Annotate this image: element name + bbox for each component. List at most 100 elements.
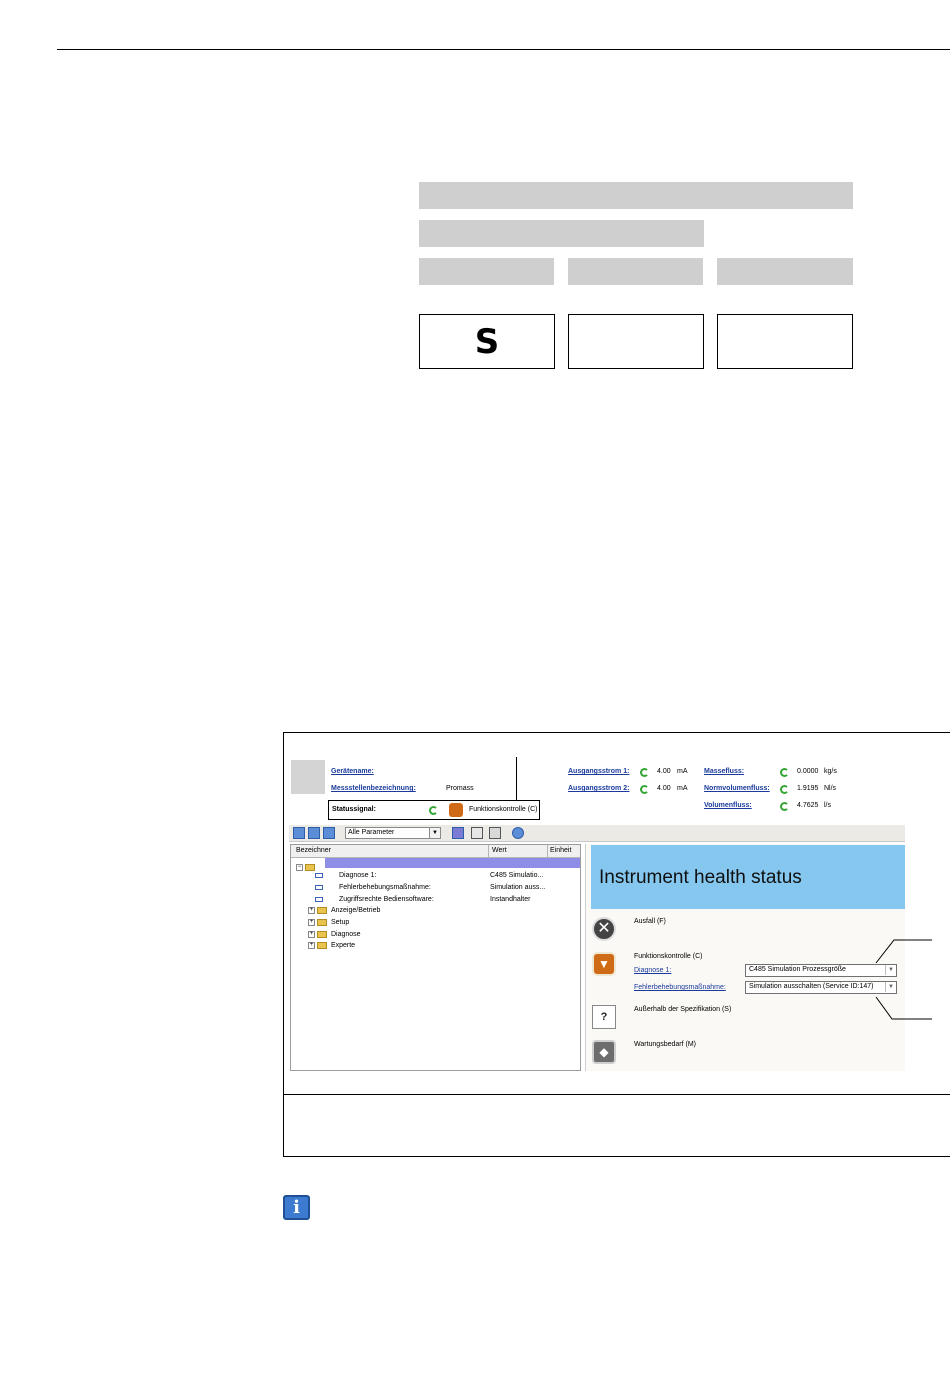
folder-icon	[317, 907, 327, 914]
parameter-tree: Bezeichner Wert Einheit − Diagnose 1: C4…	[290, 844, 581, 1071]
code-cell-1: S	[419, 314, 555, 369]
callout-line-lower	[875, 996, 932, 1020]
col-header-bezeichner[interactable]: Bezeichner	[296, 847, 331, 854]
tree-header: Bezeichner Wert Einheit	[291, 845, 580, 858]
volumenfluss-link[interactable]: Volumenfluss:	[704, 802, 752, 809]
parameter-icon	[315, 884, 323, 890]
info-icon: i	[283, 1195, 310, 1220]
param-name: Fehlerbehebungsmaßnahme:	[338, 884, 431, 891]
health-title: Instrument health status	[599, 867, 802, 888]
tree-folder-experte[interactable]: + Experte	[308, 942, 355, 949]
ausgangsstrom2-value: 4.00	[657, 785, 671, 792]
print-icon[interactable]	[489, 827, 501, 839]
tree-folder-diagnose[interactable]: + Diagnose	[308, 931, 361, 938]
wartungsbedarf-icon: ◆	[592, 1040, 616, 1064]
ausfall-icon: ✕	[592, 917, 616, 941]
connect-icon[interactable]	[452, 827, 464, 839]
tree-param-row[interactable]: Zugriffsrechte Bediensoftware:	[315, 896, 434, 903]
expand-icon[interactable]: +	[308, 942, 315, 949]
column-divider[interactable]	[488, 845, 489, 857]
refresh-icon	[780, 785, 789, 794]
code-bar-half	[419, 220, 704, 247]
normvolumenfluss-value: 1.9195	[797, 785, 819, 792]
col-header-wert[interactable]: Wert	[492, 847, 507, 854]
param-value: Simulation auss...	[490, 884, 546, 891]
callout-line-1	[516, 757, 517, 801]
fehlerbehebung-link[interactable]: Fehlerbehebungsmaßnahme:	[634, 984, 726, 991]
diagnose1-link[interactable]: Diagnose 1:	[634, 967, 671, 974]
massefluss-link[interactable]: Massefluss:	[704, 768, 744, 775]
parameter-icon	[315, 872, 323, 878]
expand-icon[interactable]: +	[308, 919, 315, 926]
funktionskontrolle-icon	[449, 803, 463, 817]
funktionskontrolle-icon: ▼	[592, 952, 616, 976]
folder-label: Experte	[330, 942, 356, 950]
messstelle-value: Promass	[446, 785, 474, 792]
code-cell-3	[717, 314, 853, 369]
statussignal-label: Statussignal:	[332, 806, 376, 813]
refresh-icon	[640, 785, 649, 794]
refresh-icon	[640, 768, 649, 777]
param-name: Diagnose 1:	[338, 872, 377, 879]
funktionskontrolle-label: Funktionskontrolle (C)	[634, 953, 703, 960]
ausgangsstrom1-link[interactable]: Ausgangsstrom 1:	[568, 768, 629, 775]
parameter-icon	[315, 896, 323, 902]
column-divider[interactable]	[547, 845, 548, 857]
volumenfluss-value: 4.7625	[797, 802, 819, 809]
volumenfluss-unit: l/s	[824, 802, 831, 809]
refresh-icon	[780, 802, 789, 811]
toolbar: Alle Parameter ▼	[289, 825, 905, 842]
code-bar-full	[419, 182, 853, 209]
expand-icon[interactable]: +	[308, 907, 315, 914]
code-header-2	[568, 258, 703, 285]
save-icon[interactable]	[471, 827, 483, 839]
code-cell-2	[568, 314, 704, 369]
geraetename-link[interactable]: Gerätename:	[331, 768, 374, 775]
ausgangsstrom2-link[interactable]: Ausgangsstrom 2:	[568, 785, 629, 792]
folder-icon	[317, 919, 327, 926]
tree-param-row[interactable]: Fehlerbehebungsmaßnahme:	[315, 884, 431, 891]
refresh-icon	[429, 806, 438, 815]
param-name: Zugriffsrechte Bediensoftware:	[338, 896, 434, 903]
ausgangsstrom1-value: 4.00	[657, 768, 671, 775]
layout-icon[interactable]	[308, 827, 320, 839]
folder-label: Diagnose	[330, 931, 361, 939]
param-value: C485 Simulatio...	[490, 872, 544, 879]
callout-line-upper	[875, 939, 932, 964]
tree-param-row[interactable]: Diagnose 1:	[315, 872, 376, 879]
ausgangsstrom2-unit: mA	[677, 785, 688, 792]
folder-icon	[317, 931, 327, 938]
code-header-3	[717, 258, 853, 285]
ausgangsstrom1-unit: mA	[677, 768, 688, 775]
layout-icon[interactable]	[293, 827, 305, 839]
fehlerbehebung-value: Simulation ausschalten (Service ID:147)	[749, 983, 874, 990]
code-header-1	[419, 258, 554, 285]
folder-label: Setup	[330, 919, 350, 927]
help-icon[interactable]	[512, 827, 524, 839]
tree-folder-anzeige[interactable]: + Anzeige/Betrieb	[308, 907, 380, 914]
tree-root-selected[interactable]	[325, 858, 580, 868]
collapse-icon[interactable]: −	[296, 864, 303, 872]
parameter-filter-value: Alle Parameter	[348, 829, 395, 836]
tree-folder-setup[interactable]: + Setup	[308, 919, 349, 926]
statussignal-value: Funktionskontrolle (C)	[469, 806, 538, 813]
ausfall-label: Ausfall (F)	[634, 918, 666, 925]
tree-root-node[interactable]: −	[296, 859, 315, 877]
ausserhalb-label: Außerhalb der Spezifikation (S)	[634, 1006, 732, 1013]
device-image	[291, 760, 325, 794]
folder-icon	[317, 942, 327, 949]
folder-label: Anzeige/Betrieb	[330, 907, 381, 915]
figure-caption-separator	[283, 1094, 950, 1095]
massefluss-unit: kg/s	[824, 768, 837, 775]
callout-lines	[875, 939, 932, 1020]
parameter-filter-select[interactable]: Alle Parameter ▼	[345, 827, 441, 839]
layout-icon[interactable]	[323, 827, 335, 839]
messstelle-link[interactable]: Messstellenbezeichnung:	[331, 785, 416, 792]
massefluss-value: 0.0000	[797, 768, 819, 775]
chevron-down-icon[interactable]: ▼	[429, 828, 440, 838]
wartung-label: Wartungsbedarf (M)	[634, 1041, 696, 1048]
expand-icon[interactable]: +	[308, 931, 315, 938]
col-header-einheit[interactable]: Einheit	[550, 847, 571, 854]
normvolumenfluss-link[interactable]: Normvolumenfluss:	[704, 785, 770, 792]
param-value: Instandhalter	[490, 896, 531, 903]
